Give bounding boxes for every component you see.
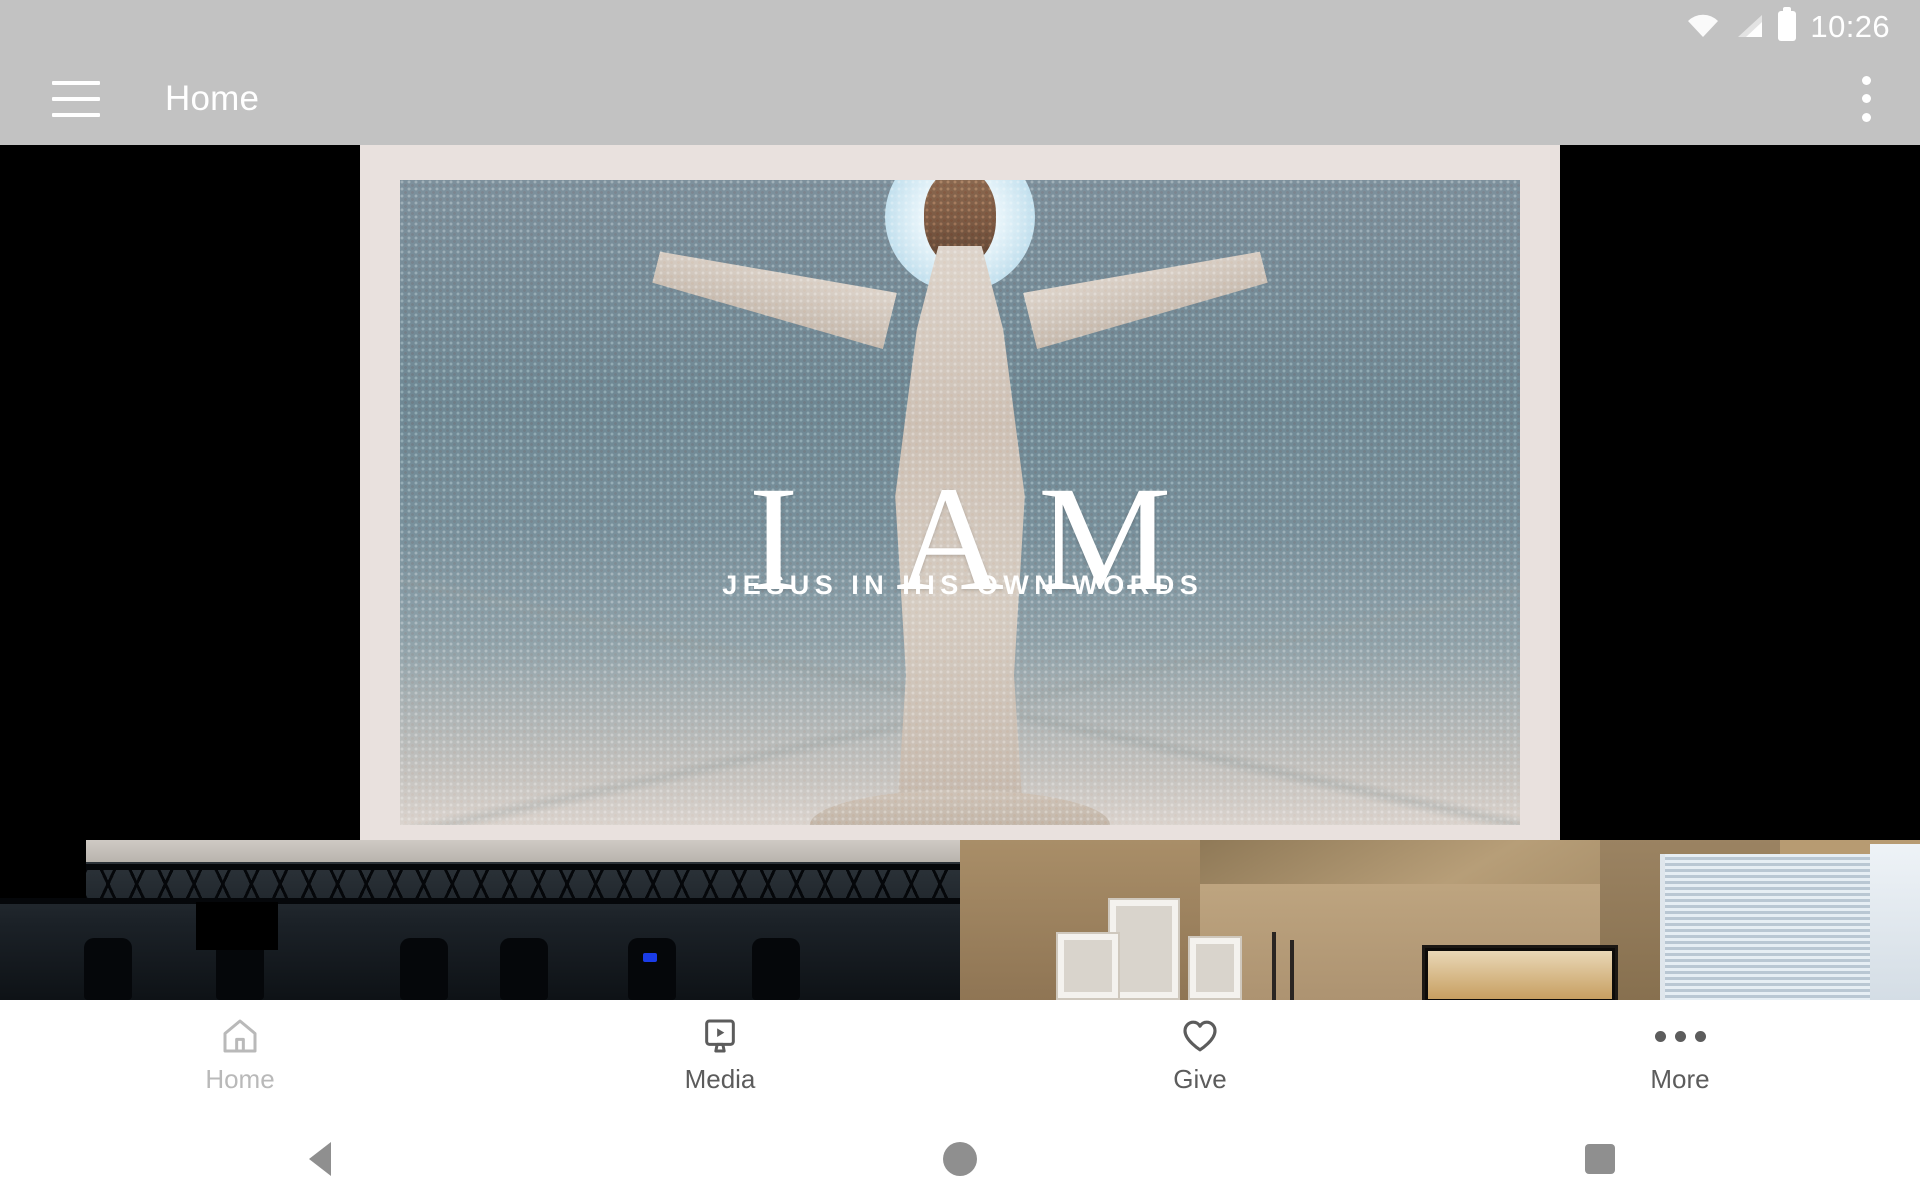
room-ceiling [1200,840,1660,884]
candlestick [1272,932,1276,1000]
cellular-signal-icon [1734,13,1764,39]
media-player-icon [700,1014,740,1058]
tile-stage-lighting[interactable] [0,840,960,1000]
system-back-button[interactable] [0,1142,640,1176]
nav-item-media[interactable]: Media [480,1014,960,1092]
nav-item-more[interactable]: More [1440,1014,1920,1092]
picture-frame-photo [1116,906,1172,992]
content-area: I AM JESUS IN HIS OWN WORDS [0,145,1920,1000]
window-blinds [1660,854,1900,1000]
television [1422,945,1618,1000]
bottom-navigation-bar: Home Media Give More [0,1000,1920,1118]
heart-icon [1180,1014,1220,1058]
stage-lamp [500,938,548,1000]
lamp-led-indicator [643,953,657,962]
back-triangle-icon [309,1142,331,1176]
truss-bar-top [0,864,960,870]
tile-dark-corner [0,840,86,898]
overflow-menu-icon[interactable] [1862,75,1872,122]
hero-card[interactable]: I AM JESUS IN HIS OWN WORDS [360,145,1560,860]
window-blinds-secondary [1870,844,1920,1000]
home-circle-icon [943,1142,977,1176]
picture-frame-photo [1064,940,1112,992]
truss-lattice [0,866,960,902]
picture-frame-photo [1196,944,1234,992]
hero-subtitle: JESUS IN HIS OWN WORDS [722,570,1204,601]
wall-picture-frame [1188,936,1242,1000]
stage-lamp [84,938,132,1000]
system-recents-button[interactable] [1280,1144,1920,1174]
nav-item-home[interactable]: Home [0,1014,480,1092]
wifi-icon [1686,13,1720,39]
home-icon [220,1014,260,1058]
nav-label-media: Media [684,1064,756,1094]
status-bar: 10:26 [0,0,1920,52]
stage-sky [0,840,960,862]
battery-icon [1778,7,1797,41]
nav-label-more: More [1650,1064,1710,1094]
hamburger-menu-icon[interactable] [52,80,100,117]
page-title: Home [165,78,260,118]
system-home-button[interactable] [640,1142,1280,1176]
stage-lamp [628,938,676,1000]
nav-item-give[interactable]: Give [960,1014,1440,1092]
stage-lamp [752,938,800,1000]
app-bar: Home [0,52,1920,145]
recents-square-icon [1585,1144,1615,1174]
nav-label-give: Give [1173,1064,1227,1094]
android-system-navigation-bar [0,1118,1920,1200]
tv-screen [1428,951,1612,999]
candlestick [1290,940,1294,1000]
status-clock: 10:26 [1810,8,1890,44]
stage-lamp [400,938,448,1000]
android-app-screen: 10:26 Home I AM JESUS IN HIS OWN WORDS H… [0,0,1920,1200]
more-dots-icon [1654,1014,1706,1058]
tile-dark-patch [196,902,278,950]
hero-image: I AM JESUS IN HIS OWN WORDS [400,180,1520,825]
wall-picture-frame [1056,932,1120,1000]
stage-lamp-row [0,922,960,1000]
tile-living-room[interactable] [960,840,1920,1000]
truss-bar-bottom [0,898,960,904]
content-tile-row [0,840,1920,1000]
nav-label-home: Home [205,1064,275,1094]
